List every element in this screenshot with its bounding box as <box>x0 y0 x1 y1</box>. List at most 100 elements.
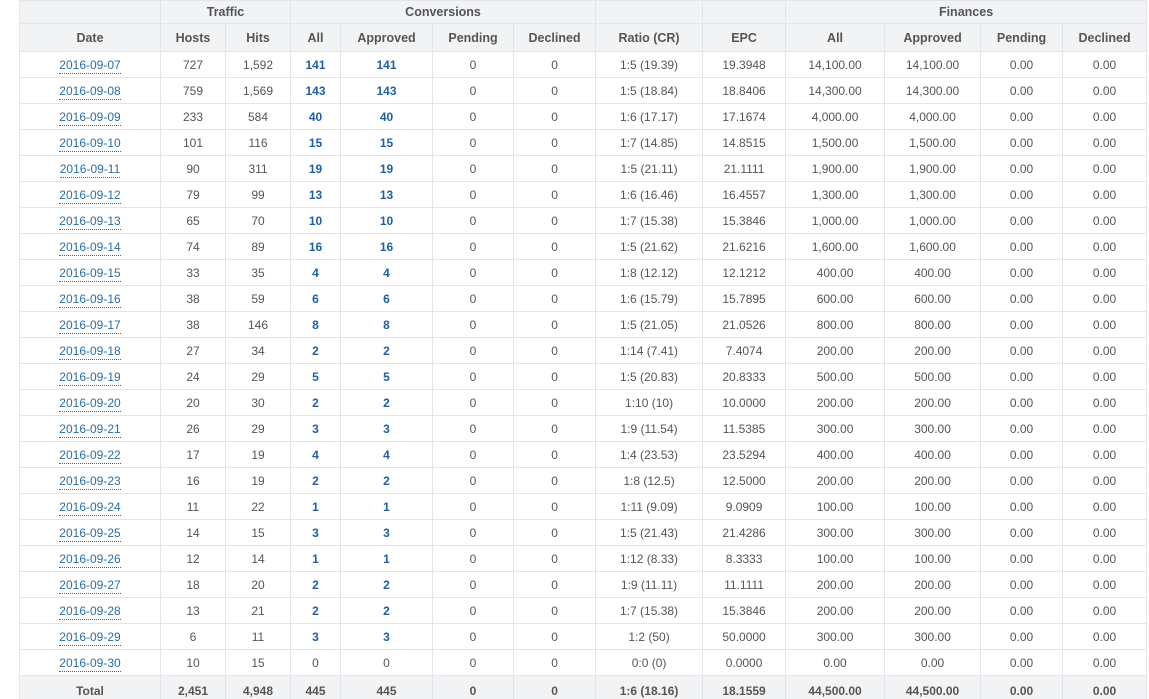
cell-conversions-approved[interactable]: 10 <box>340 207 434 234</box>
cell-conversions-approved[interactable]: 3 <box>340 623 434 650</box>
cell-conversions-approved[interactable]: 6 <box>340 285 434 312</box>
cell-conversions-all[interactable]: 2 <box>290 597 342 624</box>
cell-conversions-all[interactable]: 3 <box>290 623 342 650</box>
cell-conversions-all[interactable]: 5 <box>290 363 342 390</box>
cell-finances-declined: 0.00 <box>1062 467 1148 494</box>
cell-conversions-approved[interactable]: 4 <box>340 259 434 286</box>
date-link[interactable]: 2016-09-21 <box>59 421 121 438</box>
column-header-finances-all[interactable]: All <box>785 23 886 52</box>
cell-conversions-all[interactable]: 2 <box>290 571 342 598</box>
cell-conversions-approved[interactable]: 5 <box>340 363 434 390</box>
total-conversions-approved[interactable]: 445 <box>340 675 434 699</box>
cell-conversions-approved[interactable]: 2 <box>340 337 434 364</box>
cell-conversions-all[interactable]: 2 <box>290 337 342 364</box>
column-header-date[interactable]: Date <box>19 23 161 52</box>
date-link[interactable]: 2016-09-07 <box>59 57 121 74</box>
column-header-hosts[interactable]: Hosts <box>160 23 226 52</box>
date-link[interactable]: 2016-09-23 <box>59 473 121 490</box>
column-header-finances-pending[interactable]: Pending <box>980 23 1064 52</box>
cell-conversions-all[interactable]: 13 <box>290 181 342 208</box>
column-header-epc[interactable]: EPC <box>702 23 787 52</box>
cell-epc: 19.3948 <box>702 51 787 78</box>
cell-conversions-approved[interactable]: 1 <box>340 545 434 572</box>
cell-conversions-all[interactable]: 3 <box>290 415 342 442</box>
date-link[interactable]: 2016-09-17 <box>59 317 121 334</box>
cell-epc: 8.3333 <box>702 545 787 572</box>
date-link[interactable]: 2016-09-09 <box>59 109 121 126</box>
column-header-conversions-approved[interactable]: Approved <box>340 23 434 52</box>
cell-conversions-all[interactable]: 19 <box>290 155 342 182</box>
cell-conversions-approved[interactable]: 141 <box>340 51 434 78</box>
cell-finances-approved: 300.00 <box>884 519 982 546</box>
cell-conversions-approved[interactable]: 4 <box>340 441 434 468</box>
date-link[interactable]: 2016-09-26 <box>59 551 121 568</box>
date-link[interactable]: 2016-09-30 <box>59 655 121 672</box>
date-link[interactable]: 2016-09-12 <box>59 187 121 204</box>
date-link[interactable]: 2016-09-11 <box>59 161 121 178</box>
cell-conversions-approved[interactable]: 8 <box>340 311 434 338</box>
column-header-conversions-declined[interactable]: Declined <box>513 23 597 52</box>
table-row: 2016-09-10 101 116 15 15 0 0 1:7 (14.85) 14.8515… <box>19 129 1148 156</box>
cell-conversions-all[interactable]: 143 <box>290 77 342 104</box>
cell-conversions-approved[interactable]: 19 <box>340 155 434 182</box>
column-header-conversions-all[interactable]: All <box>290 23 342 52</box>
cell-conversions-approved[interactable]: 3 <box>340 415 434 442</box>
date-link[interactable]: 2016-09-08 <box>59 83 121 100</box>
cell-finances-pending: 0.00 <box>980 129 1064 156</box>
column-header-hits[interactable]: Hits <box>224 23 292 52</box>
cell-conversions-all[interactable]: 16 <box>290 233 342 260</box>
cell-conversions-all[interactable]: 2 <box>290 467 342 494</box>
date-link[interactable]: 2016-09-22 <box>59 447 121 464</box>
cell-conversions-all[interactable]: 1 <box>290 545 342 572</box>
date-link[interactable]: 2016-09-15 <box>59 265 121 282</box>
cell-conversions-all[interactable]: 141 <box>290 51 342 78</box>
cell-conversions-all[interactable]: 8 <box>290 311 342 338</box>
date-link[interactable]: 2016-09-24 <box>59 499 121 516</box>
column-header-conversions-pending[interactable]: Pending <box>432 23 515 52</box>
date-link[interactable]: 2016-09-14 <box>59 239 121 256</box>
cell-hits: 584 <box>224 103 292 130</box>
cell-conversions-all[interactable]: 4 <box>290 259 342 286</box>
date-link[interactable]: 2016-09-20 <box>59 395 121 412</box>
cell-conversions-approved[interactable]: 143 <box>340 77 434 104</box>
date-link[interactable]: 2016-09-25 <box>59 525 121 542</box>
column-header-finances-declined[interactable]: Declined <box>1062 23 1148 52</box>
cell-ratio: 1:8 (12.12) <box>595 259 704 286</box>
cell-conversions-approved[interactable]: 16 <box>340 233 434 260</box>
date-link[interactable]: 2016-09-27 <box>59 577 121 594</box>
date-link[interactable]: 2016-09-16 <box>59 291 121 308</box>
cell-finances-pending: 0.00 <box>980 233 1064 260</box>
cell-conversions-all[interactable]: 6 <box>290 285 342 312</box>
cell-conversions-approved[interactable]: 2 <box>340 389 434 416</box>
cell-conversions-all[interactable]: 3 <box>290 519 342 546</box>
cell-finances-declined: 0.00 <box>1062 77 1148 104</box>
cell-finances-all: 0.00 <box>785 649 886 676</box>
cell-conversions-approved[interactable]: 15 <box>340 129 434 156</box>
cell-conversions-all[interactable]: 40 <box>290 103 342 130</box>
date-link[interactable]: 2016-09-19 <box>59 369 121 386</box>
column-header-finances-approved[interactable]: Approved <box>884 23 982 52</box>
cell-conversions-approved[interactable]: 3 <box>340 519 434 546</box>
cell-conversions-approved[interactable]: 13 <box>340 181 434 208</box>
cell-conversions-all[interactable]: 1 <box>290 493 342 520</box>
cell-epc: 10.0000 <box>702 389 787 416</box>
cell-finances-all: 200.00 <box>785 597 886 624</box>
cell-conversions-all[interactable]: 15 <box>290 129 342 156</box>
total-conversions-all: 445 <box>290 675 342 699</box>
cell-conversions-all[interactable]: 10 <box>290 207 342 234</box>
date-link[interactable]: 2016-09-18 <box>59 343 121 360</box>
cell-conversions-approved[interactable]: 1 <box>340 493 434 520</box>
cell-conversions-approved[interactable]: 2 <box>340 467 434 494</box>
date-link[interactable]: 2016-09-10 <box>59 135 121 152</box>
cell-finances-all: 200.00 <box>785 571 886 598</box>
total-finances-all: 44,500.00 <box>785 675 886 699</box>
cell-conversions-approved[interactable]: 2 <box>340 597 434 624</box>
cell-conversions-all[interactable]: 4 <box>290 441 342 468</box>
date-link[interactable]: 2016-09-28 <box>59 603 121 620</box>
cell-conversions-approved[interactable]: 2 <box>340 571 434 598</box>
cell-conversions-approved[interactable]: 40 <box>340 103 434 130</box>
date-link[interactable]: 2016-09-29 <box>59 629 121 646</box>
cell-conversions-all[interactable]: 2 <box>290 389 342 416</box>
date-link[interactable]: 2016-09-13 <box>59 213 121 230</box>
column-header-ratio[interactable]: Ratio (CR) <box>595 23 704 52</box>
